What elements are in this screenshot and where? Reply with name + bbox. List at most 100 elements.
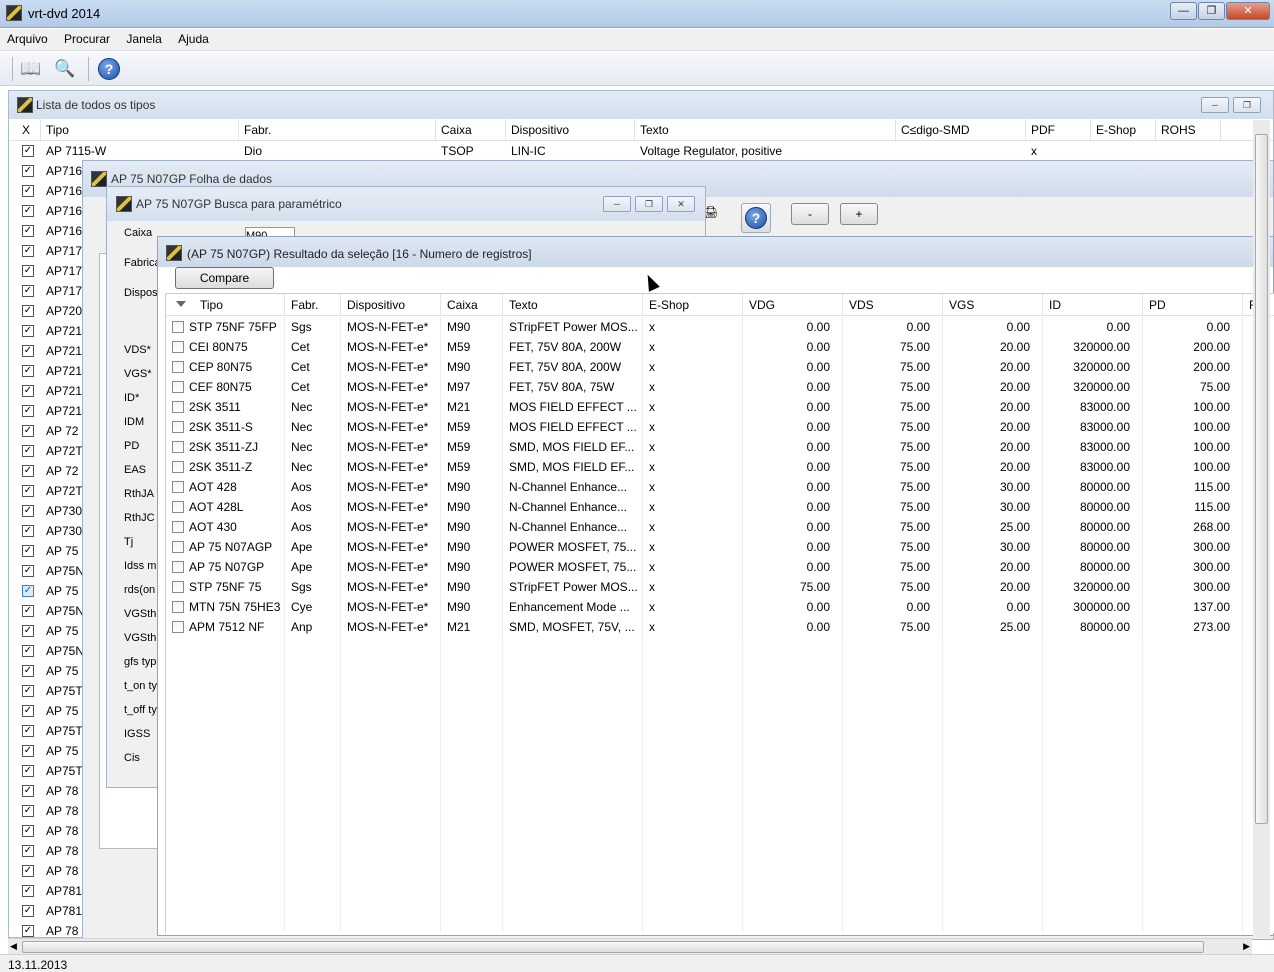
menu-procurar[interactable]: Procurar [58, 29, 116, 46]
vertical-scroll-thumb[interactable] [1255, 134, 1268, 824]
row-checkbox[interactable]: ✓ [22, 445, 34, 457]
row-checkbox[interactable]: ✓ [22, 925, 34, 937]
grid-col-header[interactable]: Fabr. [285, 294, 341, 316]
row-checkbox[interactable]: ✓ [22, 625, 34, 637]
row-checkbox[interactable]: ✓ [22, 865, 34, 877]
grid-col-header[interactable]: E-Shop [643, 294, 743, 316]
resultado-grid: Tipo Fabr. Dispositivo Caixa Texto E-Shop VDG V… [165, 293, 1274, 933]
col-rohs[interactable]: ROHS [1161, 123, 1196, 137]
grid-col-header[interactable]: Texto [503, 294, 643, 316]
busca-restore-button[interactable]: ❐ [635, 196, 663, 212]
row-checkbox[interactable]: ✓ [22, 585, 34, 597]
print-icon[interactable]: 🖨 [703, 205, 729, 231]
row-checkbox[interactable]: ✓ [22, 145, 34, 157]
row-checkbox[interactable]: ✓ [22, 225, 34, 237]
col-tipo[interactable]: Tipo [46, 123, 69, 137]
row-checkbox[interactable]: ✓ [22, 305, 34, 317]
row-checkbox[interactable]: ✓ [22, 485, 34, 497]
row-checkbox[interactable]: ✓ [22, 805, 34, 817]
col-pdf[interactable]: PDF [1031, 123, 1055, 137]
result-cell: 0.00 [743, 377, 843, 397]
row-checkbox[interactable]: ✓ [22, 185, 34, 197]
row-tipo: AP 75 [46, 624, 79, 638]
row-checkbox[interactable]: ✓ [22, 405, 34, 417]
row-checkbox[interactable]: ✓ [22, 165, 34, 177]
col-texto[interactable]: Texto [640, 123, 669, 137]
result-cell: x [643, 477, 743, 497]
horizontal-scroll-thumb[interactable] [22, 941, 1204, 953]
col-x[interactable]: X [22, 123, 30, 137]
row-checkbox[interactable]: ✓ [22, 605, 34, 617]
row-checkbox[interactable]: ✓ [22, 505, 34, 517]
row-checkbox[interactable]: ✓ [22, 725, 34, 737]
plus-button[interactable]: + [840, 203, 878, 225]
col-fabr[interactable]: Fabr. [244, 123, 271, 137]
row-checkbox[interactable]: ✓ [22, 845, 34, 857]
result-cell: 0.00 [743, 457, 843, 477]
row-checkbox[interactable]: ✓ [22, 565, 34, 577]
row-checkbox[interactable]: ✓ [22, 525, 34, 537]
row-checkbox[interactable]: ✓ [22, 905, 34, 917]
row-checkbox[interactable]: ✓ [22, 365, 34, 377]
row-checkbox[interactable]: ✓ [22, 325, 34, 337]
lista-minimize-button[interactable]: ─ [1201, 97, 1229, 113]
menu-janela[interactable]: Janela [120, 29, 167, 46]
book-icon[interactable]: 📖 [18, 56, 44, 82]
row-checkbox[interactable]: ✓ [22, 645, 34, 657]
grid-col-header[interactable]: ID [1043, 294, 1143, 316]
col-caixa[interactable]: Caixa [441, 123, 472, 137]
scroll-right-arrow-icon[interactable]: ▶ [1243, 941, 1250, 952]
menu-arquivo[interactable]: Arquivo [1, 29, 54, 46]
row-checkbox[interactable]: ✓ [22, 425, 34, 437]
busca-minimize-button[interactable]: ─ [603, 196, 631, 212]
help-button[interactable]: ? [96, 56, 122, 82]
minimize-button[interactable]: — [1170, 2, 1197, 20]
grid-column-line [1142, 637, 1143, 933]
row-checkbox[interactable]: ✓ [22, 385, 34, 397]
grid-col-header[interactable]: PD [1143, 294, 1243, 316]
grid-col-header[interactable]: Caixa [441, 294, 503, 316]
result-cell: x [643, 357, 743, 377]
row-checkbox[interactable]: ✓ [22, 825, 34, 837]
horizontal-scrollbar[interactable]: ◀ ▶ [8, 938, 1252, 954]
compare-button[interactable]: Compare [175, 267, 274, 289]
row-checkbox[interactable]: ✓ [22, 345, 34, 357]
row-checkbox[interactable]: ✓ [22, 885, 34, 897]
result-cell: M90 [441, 357, 503, 377]
sort-desc-icon[interactable] [176, 301, 186, 307]
row-checkbox[interactable]: ✓ [22, 765, 34, 777]
row-checkbox[interactable]: ✓ [22, 465, 34, 477]
search-icon[interactable]: 🔍 [52, 56, 78, 82]
minus-button[interactable]: - [791, 203, 829, 225]
scroll-left-arrow-icon[interactable]: ◀ [10, 941, 17, 952]
row-checkbox[interactable]: ✓ [22, 545, 34, 557]
busca-close-button[interactable]: ✕ [667, 196, 695, 212]
row-checkbox[interactable]: ✓ [22, 265, 34, 277]
grid-col-header[interactable]: VDG [743, 294, 843, 316]
row-checkbox[interactable]: ✓ [22, 705, 34, 717]
result-cell: 200.00 [1143, 357, 1243, 377]
result-cell: M90 [441, 537, 503, 557]
result-cell: Enhancement Mode ... [503, 597, 643, 617]
row-checkbox[interactable]: ✓ [22, 205, 34, 217]
col-dispositivo[interactable]: Dispositivo [511, 123, 569, 137]
lista-restore-button[interactable]: ❐ [1233, 97, 1261, 113]
grid-col-header[interactable]: Dispositivo [341, 294, 441, 316]
row-checkbox[interactable]: ✓ [22, 785, 34, 797]
row-checkbox[interactable]: ✓ [22, 685, 34, 697]
folha-help-button[interactable]: ? [741, 203, 771, 233]
col-codigo-smd[interactable]: C≤digo-SMD [901, 123, 970, 137]
maximize-button[interactable]: ❐ [1198, 2, 1225, 20]
row-checkbox[interactable]: ✓ [22, 285, 34, 297]
result-cell: 2SK 3511-ZJ [166, 437, 285, 457]
row-checkbox[interactable]: ✓ [22, 745, 34, 757]
row-checkbox[interactable]: ✓ [22, 245, 34, 257]
row-checkbox[interactable]: ✓ [22, 665, 34, 677]
col-eshop[interactable]: E-Shop [1096, 123, 1136, 137]
grid-col-header[interactable]: VDS [843, 294, 943, 316]
result-cell: MOS-N-FET-e* [341, 437, 441, 457]
vertical-scrollbar[interactable] [1253, 120, 1270, 938]
menu-ajuda[interactable]: Ajuda [172, 29, 215, 46]
close-button[interactable]: ✕ [1226, 2, 1270, 20]
grid-col-header[interactable]: VGS [943, 294, 1043, 316]
